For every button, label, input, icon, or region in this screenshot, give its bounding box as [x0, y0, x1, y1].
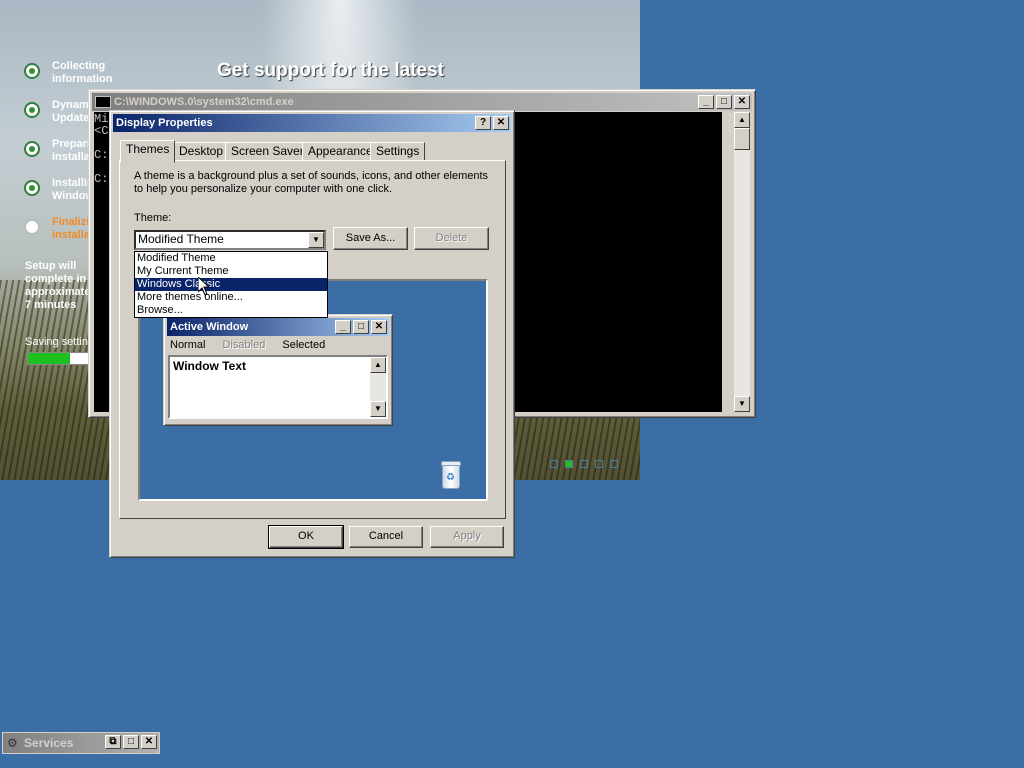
minimize-button[interactable]: _	[698, 95, 714, 109]
preview-scrollbar: ▲ ▼	[370, 357, 386, 417]
gear-icon: ⚙	[7, 736, 18, 750]
tab-desktop[interactable]: Desktop	[173, 142, 230, 162]
tab-appearance[interactable]: Appearance	[302, 142, 379, 162]
delete-button[interactable]: Delete	[414, 227, 489, 250]
step-done-icon	[24, 180, 40, 196]
theme-combo-value: Modified Theme	[138, 232, 224, 246]
display-properties-dialog[interactable]: Display Properties ? ✕ Themes Desktop Sc…	[109, 110, 515, 558]
recycle-bin-icon: ♻	[440, 461, 461, 489]
page-dot	[595, 460, 603, 468]
dropdown-item-highlighted[interactable]: Windows Classic	[135, 278, 327, 291]
save-as-button[interactable]: Save As...	[333, 227, 408, 250]
mouse-pointer-icon	[198, 277, 210, 296]
page-dot	[580, 460, 588, 468]
menu-selected: Selected	[282, 339, 326, 351]
preview-titlebar: Active Window _ □ ✕	[167, 318, 389, 336]
step-done-icon	[24, 141, 40, 157]
preview-window-title: Active Window	[170, 321, 249, 333]
tab-strip: Themes Desktop Screen Saver Appearance S…	[120, 140, 500, 163]
ok-button[interactable]: OK	[268, 525, 344, 549]
scroll-down-icon[interactable]: ▼	[734, 396, 750, 412]
cmd-titlebar[interactable]: C:\WINDOWS.0\system32\cmd.exe _ □ ✕	[92, 93, 752, 111]
themes-description: A theme is a background plus a set of so…	[134, 170, 489, 195]
console-icon	[95, 96, 111, 109]
preview-window-body: Window Text ▲ ▼	[168, 355, 388, 419]
services-minimized-window[interactable]: ⚙ Services ⧉ □ ✕	[2, 732, 160, 754]
close-button[interactable]: ✕	[734, 95, 750, 109]
minimize-icon: _	[335, 320, 351, 334]
preview-window-text: Window Text	[173, 359, 246, 373]
scroll-down-icon: ▼	[370, 401, 386, 417]
step-current-icon	[24, 219, 40, 235]
theme-dropdown-list[interactable]: Modified Theme My Current Theme Windows …	[134, 251, 328, 318]
setup-time-estimate: Setup will complete in approximately: 7 …	[25, 260, 104, 311]
page-dot	[610, 460, 618, 468]
menu-disabled: Disabled	[222, 339, 266, 351]
theme-combobox[interactable]: Modified Theme ▼	[134, 230, 326, 250]
maximize-button[interactable]: □	[716, 95, 732, 109]
setup-progress-bar	[27, 352, 89, 365]
dropdown-item[interactable]: Modified Theme	[135, 252, 327, 265]
apply-button[interactable]: Apply	[430, 526, 504, 548]
maximize-button[interactable]: □	[123, 735, 139, 749]
theme-label: Theme:	[134, 212, 172, 224]
page-dot-active	[565, 460, 573, 468]
preview-active-window: Active Window _ □ ✕ Normal Disabled Sele…	[163, 314, 393, 426]
setup-headline: Get support for the latest	[217, 60, 444, 81]
menu-normal: Normal	[170, 339, 206, 351]
preview-menu: Normal Disabled Selected	[170, 339, 325, 351]
step-done-icon	[24, 63, 40, 79]
scroll-up-icon[interactable]: ▲	[734, 112, 750, 128]
cancel-button[interactable]: Cancel	[349, 526, 423, 548]
scroll-up-icon: ▲	[370, 357, 386, 373]
scroll-thumb[interactable]	[734, 128, 750, 150]
step-done-icon	[24, 102, 40, 118]
cmd-title: C:\WINDOWS.0\system32\cmd.exe	[114, 96, 294, 108]
dropdown-arrow-icon[interactable]: ▼	[308, 232, 324, 248]
close-icon: ✕	[371, 320, 387, 334]
dropdown-item[interactable]: Browse...	[135, 304, 327, 317]
cmd-scrollbar[interactable]: ▲ ▼	[734, 112, 750, 412]
tab-settings[interactable]: Settings	[370, 142, 426, 162]
step-label: Collecting information	[52, 60, 113, 85]
dialog-titlebar[interactable]: Display Properties ? ✕	[113, 114, 511, 132]
maximize-icon: □	[353, 320, 369, 334]
tab-screen-saver[interactable]: Screen Saver	[225, 142, 310, 162]
dropdown-item[interactable]: More themes online...	[135, 291, 327, 304]
page-dot	[550, 460, 558, 468]
progress-fill	[28, 353, 70, 364]
dropdown-item[interactable]: My Current Theme	[135, 265, 327, 278]
dialog-title: Display Properties	[116, 117, 213, 129]
close-button[interactable]: ✕	[141, 735, 157, 749]
close-button[interactable]: ✕	[493, 116, 509, 130]
services-title: Services	[24, 736, 74, 750]
tab-themes[interactable]: Themes	[120, 140, 176, 163]
help-button[interactable]: ?	[475, 116, 491, 130]
restore-button[interactable]: ⧉	[105, 735, 121, 749]
